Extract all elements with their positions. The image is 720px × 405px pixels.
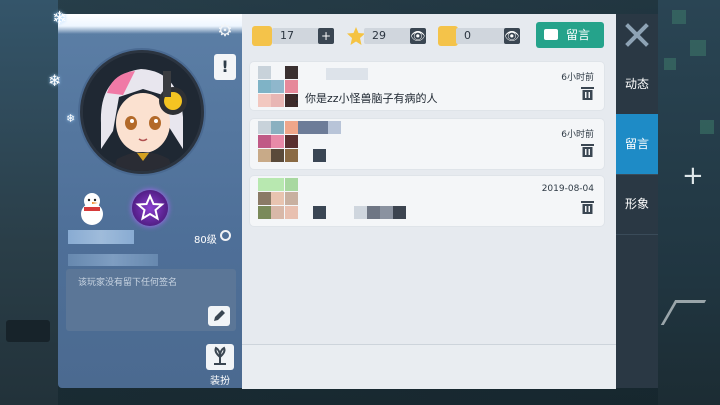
- snowman-badge-icon[interactable]: [74, 190, 110, 226]
- message-text: ：你是zz小怪兽脑子有病的人: [294, 92, 438, 105]
- dress-up-label: 装扮: [210, 376, 230, 387]
- stat-bar: 17 + 29 👁 0 👁 留言: [242, 14, 616, 58]
- background-button: [6, 320, 50, 342]
- tab-messages[interactable]: 留言: [616, 114, 658, 175]
- player-id-censored: [68, 254, 158, 266]
- star-badge-icon[interactable]: [132, 190, 168, 226]
- pencil-icon: [214, 310, 225, 321]
- avatar-pixel: [271, 178, 284, 191]
- avatar-pixel: [298, 121, 328, 134]
- background-tile: [700, 120, 714, 134]
- close-button[interactable]: [622, 20, 652, 50]
- edit-signature-button[interactable]: [208, 306, 230, 326]
- avatar-portrait-icon: [83, 53, 201, 171]
- avatar-pixel: [258, 94, 271, 107]
- avatar-pixel: [354, 206, 367, 219]
- settings-gear-icon[interactable]: ⚙: [216, 22, 234, 40]
- avatar-pixel: [271, 80, 284, 93]
- delete-trash-icon[interactable]: [581, 143, 594, 157]
- avatar-pixel: [367, 206, 380, 219]
- avatar-pixel: [258, 135, 271, 148]
- background-left-strip: [0, 0, 58, 405]
- chat-icon: [544, 29, 558, 40]
- tab-appearance[interactable]: 形象: [616, 174, 658, 235]
- avatar[interactable]: [80, 50, 204, 174]
- avatar-pixel: [313, 206, 326, 219]
- view-gift-button[interactable]: 👁: [504, 28, 520, 44]
- dress-up-button[interactable]: [206, 344, 234, 370]
- sender-name-censored: [326, 68, 368, 80]
- avatar-pixel: [285, 135, 298, 148]
- level-info-icon[interactable]: [220, 230, 231, 241]
- avatar-pixel: [258, 178, 271, 191]
- snowflake-icon: ❄: [48, 71, 62, 90]
- avatar-pixel: [271, 94, 284, 107]
- avatar-pixel: [258, 149, 271, 162]
- avatar-pixel: [285, 206, 298, 219]
- background-tile: [672, 10, 686, 24]
- flower-icon: [214, 346, 226, 365]
- close-icon: [625, 23, 649, 47]
- avatar-pixel: [313, 149, 326, 162]
- view-star-button[interactable]: 👁: [410, 28, 426, 44]
- signature-text: 该玩家没有留下任何签名: [78, 278, 178, 288]
- avatar-pixel: [285, 149, 298, 162]
- delete-trash-icon[interactable]: [581, 86, 594, 100]
- message-card: 2019-08-04: [250, 176, 604, 226]
- profile-panel: ❄ ❄ ❄ ⚙ ! 80级 该玩家没有留下任何签名 装扮: [48, 10, 242, 388]
- leave-message-label: 留言: [566, 28, 591, 42]
- player-name-censored: [68, 230, 134, 244]
- avatar-pixel: [285, 121, 298, 134]
- message-time: 2019-08-04: [541, 184, 594, 194]
- delete-trash-icon[interactable]: [581, 200, 594, 214]
- background-tile: [664, 58, 676, 70]
- avatar-pixel: [258, 80, 271, 93]
- avatar-pixel: [271, 135, 284, 148]
- avatar-pixel: [285, 178, 298, 191]
- avatar-pixel: [393, 206, 406, 219]
- gift-icon: [438, 26, 458, 46]
- snow-decoration: [58, 14, 242, 34]
- background-plus-icon: +: [682, 161, 704, 191]
- avatar-pixel: [258, 66, 271, 79]
- avatar-pixel: [271, 121, 284, 134]
- avatar-pixel: [328, 121, 341, 134]
- avatar-pixel: [271, 206, 284, 219]
- message-card: 6小时前: [250, 119, 604, 169]
- avatar-pixel: [271, 192, 284, 205]
- avatar-pixel: [258, 121, 271, 134]
- avatar-pixel: [258, 206, 271, 219]
- avatar-pixel: [258, 192, 271, 205]
- player-level: 80级: [194, 235, 217, 246]
- avatar-pixel: [380, 206, 393, 219]
- message-time: 6小时前: [561, 73, 594, 83]
- tab-activity[interactable]: 动态: [616, 54, 658, 115]
- add-home-button[interactable]: +: [318, 28, 334, 44]
- snowflake-icon: ❄: [66, 112, 76, 125]
- report-button[interactable]: !: [214, 54, 236, 80]
- side-tab-bar: 动态 留言 形象: [616, 14, 658, 388]
- leave-message-button[interactable]: 留言: [536, 22, 604, 48]
- avatar-pixel: [285, 66, 298, 79]
- avatar-pixel: [285, 192, 298, 205]
- avatar-pixel: [271, 149, 284, 162]
- message-board-panel: 17 + 29 👁 0 👁 留言 6小时前 ：你是zz小怪兽脑子有病的人 6小时…: [242, 14, 617, 389]
- message-card: 6小时前 ：你是zz小怪兽脑子有病的人: [250, 62, 604, 110]
- message-input-area[interactable]: [242, 344, 616, 389]
- home-icon: [252, 26, 272, 46]
- snowflake-icon: ❄: [52, 8, 68, 29]
- message-time: 6小时前: [561, 130, 594, 140]
- star-icon: [346, 26, 366, 46]
- background-tile: [690, 40, 706, 56]
